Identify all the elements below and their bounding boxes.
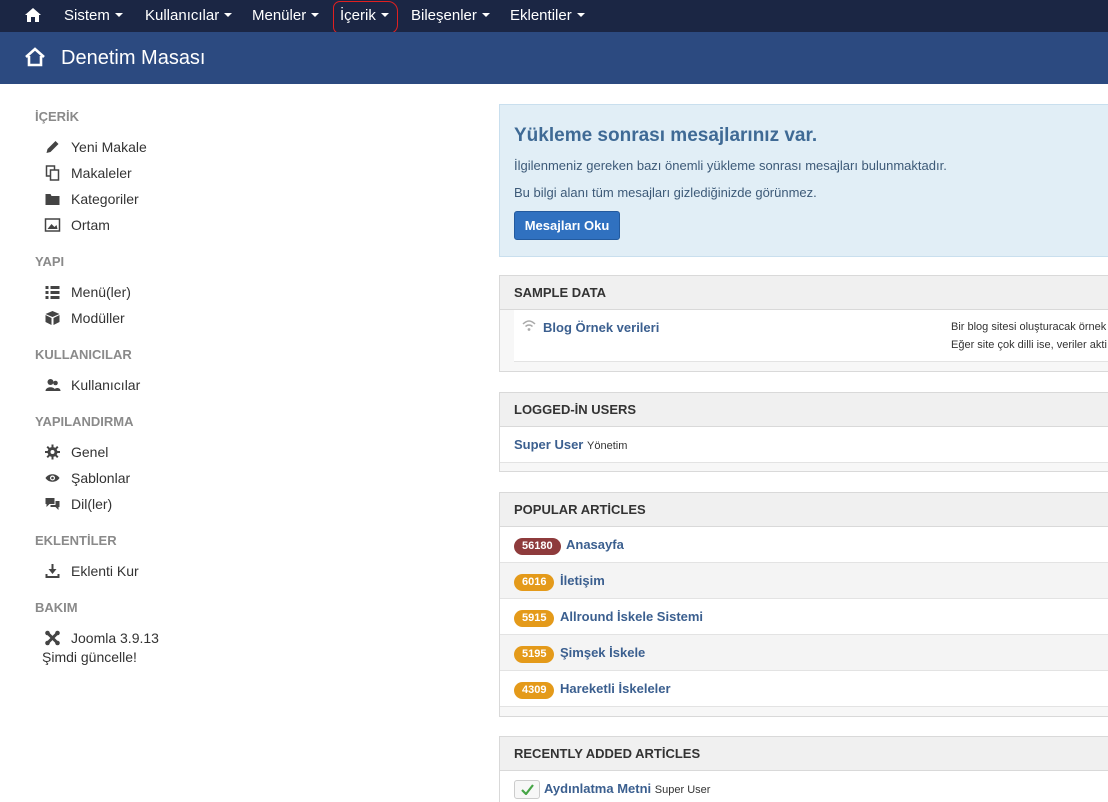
table-row: 5915 Allround İskele Sistemi [500,599,1108,635]
sidebar-item-label: Kullanıcılar [71,377,141,393]
table-row: 56180 Anasayfa [500,527,1108,563]
section-title-kullanicilar: KULLANICILAR [35,347,132,362]
top-navbar: Sistem Kullanıcılar Menüler İçerik Bileş… [0,0,1108,32]
hits-badge: 6016 [514,574,555,591]
hits-badge: 4309 [514,682,555,699]
caret-down-icon [380,13,389,17]
sample-data-desc-1: Bir blog sitesi oluşturacak örnek [951,321,1107,333]
panel-heading: SAMPLE DATA [500,276,1108,310]
list-icon [45,286,60,299]
caret-down-icon [114,13,123,17]
download-icon [45,564,60,578]
user-link[interactable]: Super User [514,437,583,452]
check-icon [521,784,534,795]
postinstall-message-box: Yükleme sonrası mesajlarınız var. İlgile… [499,104,1108,257]
article-link[interactable]: Anasayfa [566,537,624,552]
article-link[interactable]: Allround İskele Sistemi [560,609,703,624]
table-row: Aydınlatma Metni Super User [500,771,1108,802]
article-author: Super User [654,784,711,796]
table-row: Super User Yönetim [500,427,1108,463]
table-row: 4309 Hareketli İskeleler [500,671,1108,707]
sample-data-desc-2: Eğer site çok dilli ise, veriler akti [951,339,1107,351]
menu-bilesenler[interactable]: Bileşenler [411,0,490,32]
menu-icerik[interactable]: İçerik [340,0,389,32]
sidebar-item-label: Kategoriler [71,191,139,207]
users-icon [45,379,61,391]
sample-data-row: Blog Örnek verileri Bir blog sitesi oluş… [514,310,1108,362]
menu-label: Eklentiler [510,7,572,24]
section-title-yapi: YAPI [35,254,65,269]
joomla-icon [45,630,60,646]
panel-heading: POPULAR ARTİCLES [500,493,1108,527]
message-line-1: İlgilenmeniz gereken bazı önemli yükleme… [514,158,947,173]
menu-label: İçerik [340,7,376,24]
sample-data-panel: SAMPLE DATA Blog Örnek verileri Bir blog… [499,275,1108,372]
home-icon[interactable] [24,7,42,23]
section-title-icerik: İÇERİK [35,109,80,124]
article-link[interactable]: İletişim [560,573,605,588]
published-toggle[interactable] [514,780,540,799]
message-title: Yükleme sonrası mesajlarınız var. [514,125,818,146]
sidebar-item-label: Makaleler [71,165,132,181]
sidebar-item-label: Eklenti Kur [71,563,139,579]
sidebar-item-label: Ortam [71,217,110,233]
hits-badge: 56180 [514,538,561,555]
caret-down-icon [576,13,585,17]
page-title: Denetim Masası [61,47,206,69]
hits-badge: 5195 [514,646,555,663]
menu-eklentiler[interactable]: Eklentiler [510,0,585,32]
menu-kullanicilar[interactable]: Kullanıcılar [145,0,233,32]
folder-icon [45,194,60,205]
section-title-bakim: BAKIM [35,600,78,615]
sidebar-item-label: Modüller [71,310,125,326]
comments-icon [45,498,60,510]
hits-badge: 5915 [514,610,555,627]
caret-down-icon [224,13,233,17]
menu-sistem[interactable]: Sistem [64,0,123,32]
gear-icon [45,444,60,460]
popular-articles-panel: POPULAR ARTİCLES 56180 Anasayfa 6016 İle… [499,492,1108,717]
table-row: 5195 Şimşek İskele [500,635,1108,671]
article-link[interactable]: Aydınlatma Metni [544,781,651,796]
update-link[interactable]: Şimdi güncelle! [42,649,137,665]
caret-down-icon [481,13,490,17]
menu-label: Bileşenler [411,7,477,24]
panel-heading: RECENTLY ADDED ARTİCLES [500,737,1108,771]
menu-label: Sistem [64,7,110,24]
logged-in-users-panel: LOGGED-İN USERS Super User Yönetim [499,392,1108,472]
sidebar-item-label: Menü(ler) [71,284,131,300]
sidebar-item-label: Dil(ler) [71,496,113,512]
page-header: Denetim Masası [0,32,1108,84]
article-link[interactable]: Şimşek İskele [560,645,645,660]
article-link[interactable]: Hareketli İskeleler [560,681,671,696]
pencil-icon [46,141,59,153]
user-role: Yönetim [587,440,628,452]
menu-label: Kullanıcılar [145,7,220,24]
sidebar-item-label: Genel [71,444,109,460]
sidebar-item-label: Şablonlar [71,470,131,486]
sidebar-item-label: Joomla 3.9.13 [71,630,159,646]
recent-articles-panel: RECENTLY ADDED ARTİCLES Aydınlatma Metni… [499,736,1108,802]
menu-label: Menüler [252,7,307,24]
message-line-2: Bu bilgi alanı tüm mesajları gizlediğini… [514,185,817,200]
copy-icon [45,165,60,181]
menu-menuler[interactable]: Menüler [252,0,320,32]
sidebar-item-label: Yeni Makale [71,139,147,155]
table-row: 6016 İletişim [500,563,1108,599]
section-title-yapilandirma: YAPILANDIRMA [35,414,134,429]
wifi-icon [522,320,536,331]
caret-down-icon [311,13,320,17]
read-messages-button[interactable]: Mesajları Oku [514,211,620,240]
image-icon [44,218,61,232]
eye-icon [45,474,60,482]
sample-data-link[interactable]: Blog Örnek verileri [543,320,659,335]
cube-icon [45,311,60,325]
home-outline-icon [25,47,45,67]
section-title-eklentiler: EKLENTİLER [35,533,117,548]
panel-heading: LOGGED-İN USERS [500,393,1108,427]
